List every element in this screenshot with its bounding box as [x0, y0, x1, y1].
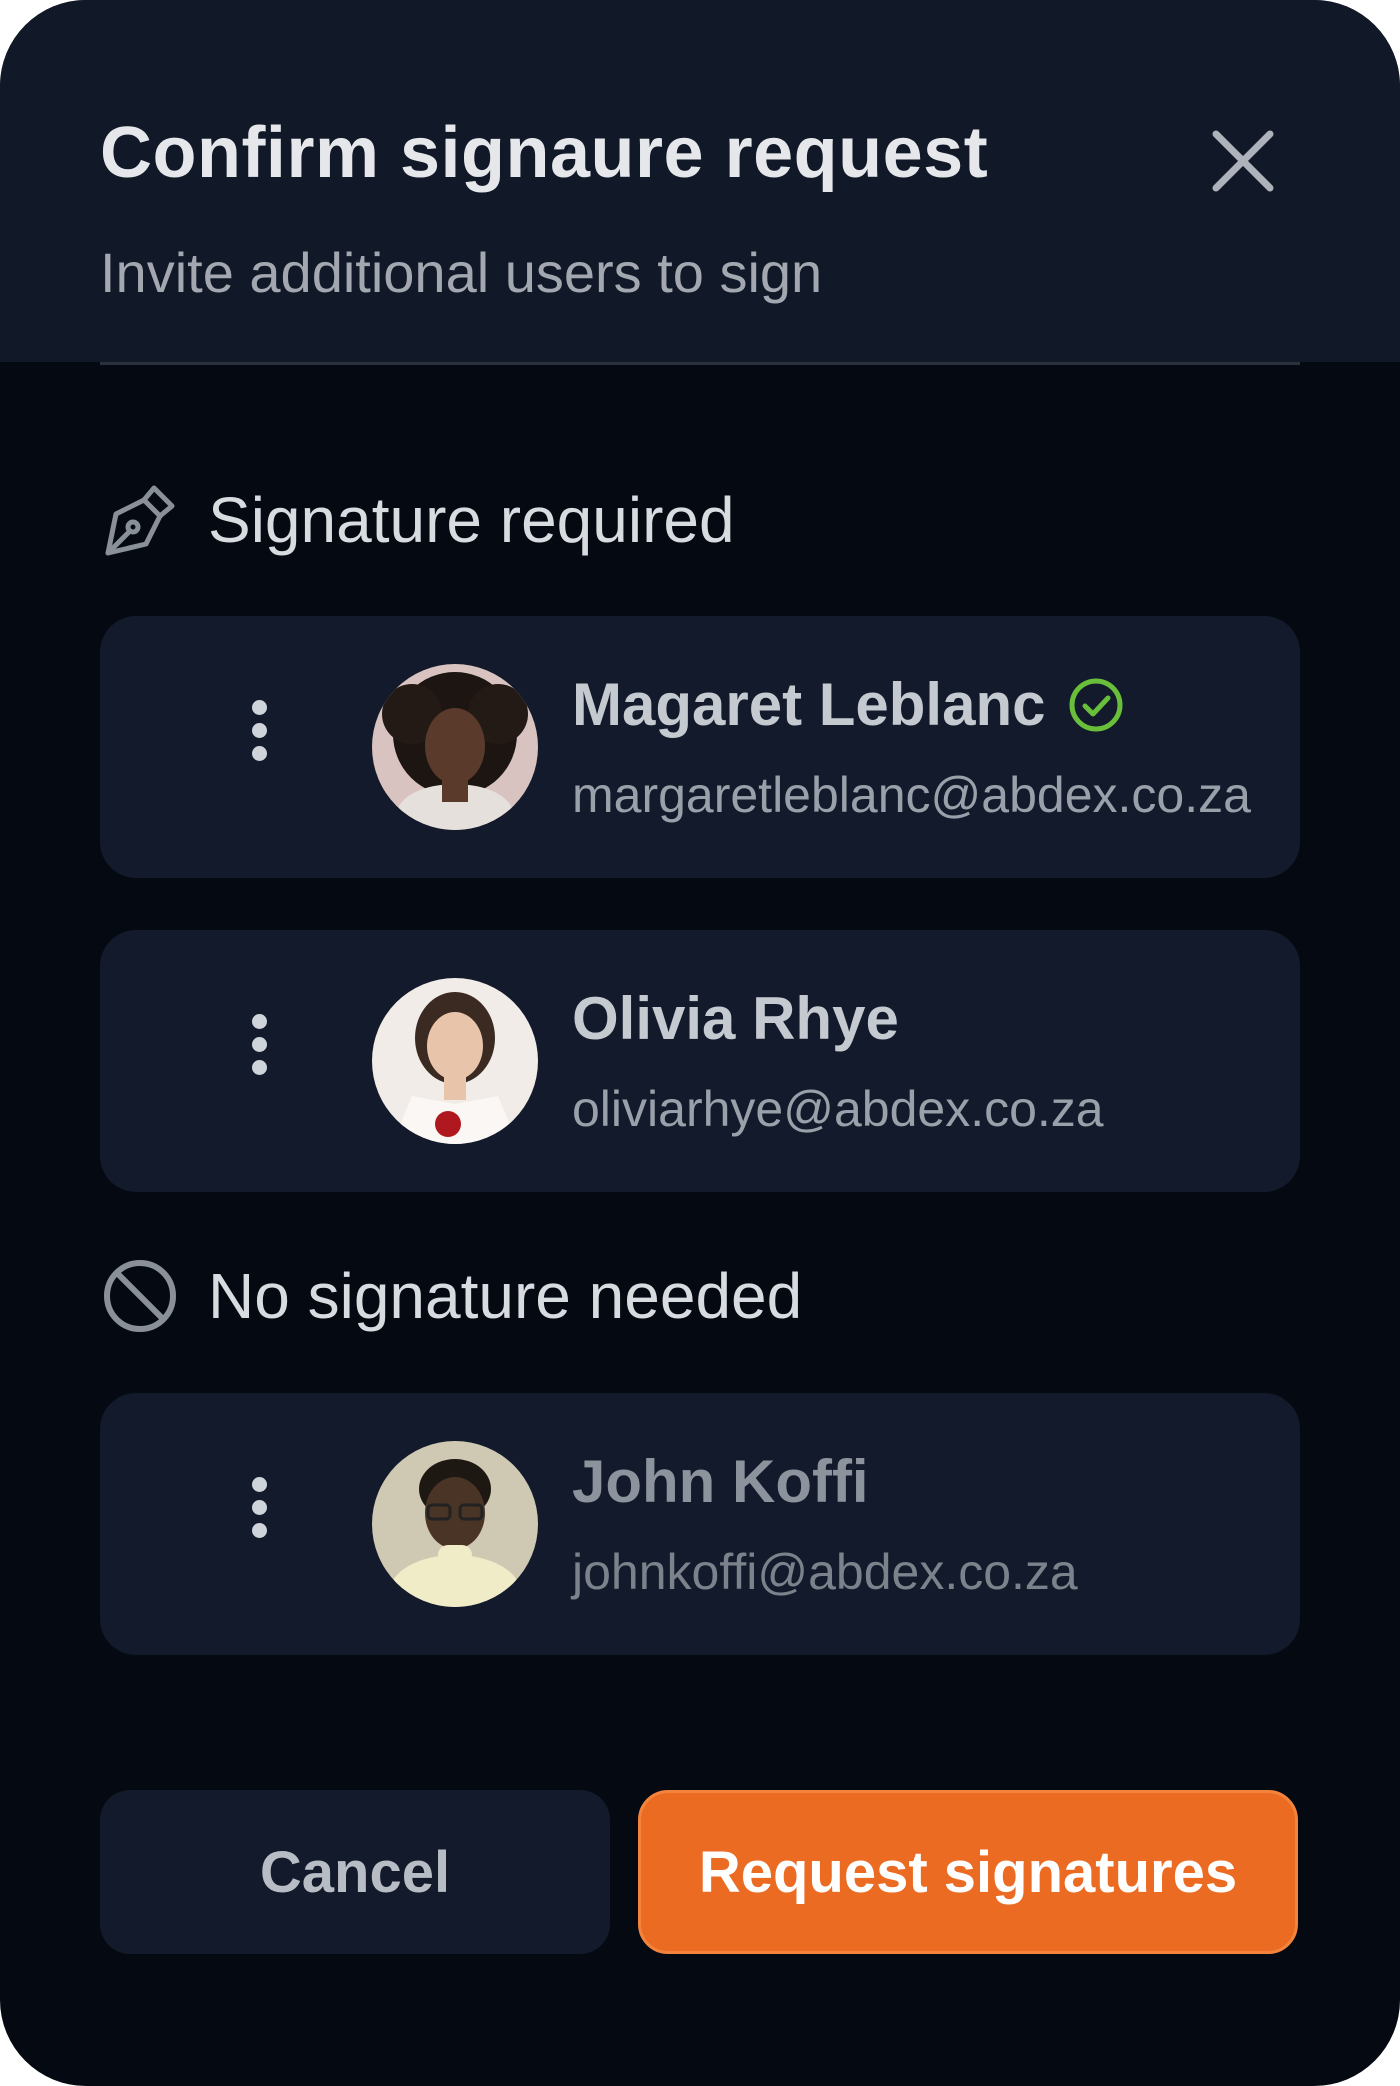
cancel-button[interactable]: Cancel	[100, 1790, 610, 1954]
dot	[252, 700, 267, 715]
dot	[252, 1523, 267, 1538]
pen-tool-icon	[100, 480, 180, 560]
section-label: Signature required	[208, 484, 735, 556]
request-signatures-button[interactable]: Request signatures	[638, 1790, 1298, 1954]
more-options-button[interactable]	[230, 1474, 290, 1574]
signer-name: Magaret Leblanc	[572, 670, 1125, 739]
signer-card: Olivia Rhye oliviarhye@abdex.co.za	[100, 930, 1300, 1192]
dialog-subtitle: Invite additional users to sign	[100, 241, 823, 304]
dot	[252, 1037, 267, 1052]
signer-email: oliviarhye@abdex.co.za	[572, 1081, 1104, 1137]
more-options-button[interactable]	[230, 1011, 290, 1111]
dot	[252, 1477, 267, 1492]
section-label: No signature needed	[208, 1260, 803, 1332]
dot	[252, 1500, 267, 1515]
signer-name-text: Olivia Rhye	[572, 985, 899, 1052]
signer-name: Olivia Rhye	[572, 984, 899, 1053]
verified-check-icon	[1069, 678, 1123, 731]
viewer-name-text: John Koffi	[572, 1448, 869, 1515]
signature-request-dialog: Confirm signaure request Invite addition…	[0, 0, 1400, 2086]
dialog-header: Confirm signaure request Invite addition…	[0, 0, 1400, 362]
signer-name-text: Magaret Leblanc	[572, 671, 1046, 738]
avatar	[372, 978, 538, 1144]
viewer-name: John Koffi	[572, 1447, 869, 1516]
close-icon	[1212, 130, 1274, 192]
dot	[252, 1014, 267, 1029]
dialog-title: Confirm signaure request	[100, 113, 989, 193]
viewer-card: John Koffi johnkoffi@abdex.co.za	[100, 1393, 1300, 1655]
avatar	[372, 664, 538, 830]
section-no-signature-needed: No signature needed	[100, 1256, 802, 1336]
dot	[252, 1060, 267, 1075]
viewer-email: johnkoffi@abdex.co.za	[572, 1544, 1078, 1600]
dot	[252, 723, 267, 738]
header-divider	[100, 362, 1300, 365]
signer-email: margaretleblanc@abdex.co.za	[572, 767, 1251, 823]
signer-card: Magaret Leblanc margaretleblanc@abdex.co…	[100, 616, 1300, 878]
prohibited-icon	[100, 1256, 180, 1336]
section-signature-required: Signature required	[100, 480, 735, 560]
more-options-button[interactable]	[230, 697, 290, 797]
close-button[interactable]	[1200, 118, 1286, 204]
avatar	[372, 1441, 538, 1607]
dot	[252, 746, 267, 761]
